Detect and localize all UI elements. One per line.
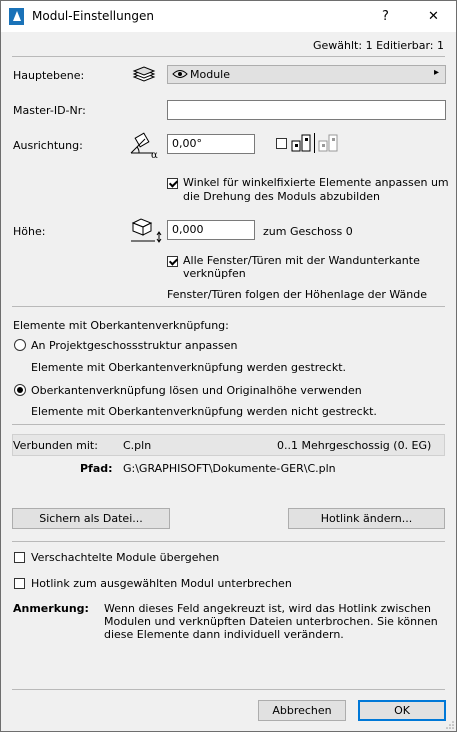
- divider: [314, 133, 315, 153]
- orientation-toggle-checkbox[interactable]: [276, 138, 287, 149]
- note-line2: Modulen und verknüpften Dateien unterbro…: [104, 615, 438, 628]
- note-label: Anmerkung:: [13, 602, 89, 615]
- attach-doors-label-line1: Alle Fenster/Türen mit der Wandunterkant…: [183, 254, 420, 267]
- archicad-app-icon: [9, 8, 24, 25]
- attach-doors-label-line2: verknüpfen: [183, 267, 246, 280]
- dialog-window: Modul-Einstellungen ? ✕ Gewählt: 1 Editi…: [0, 0, 457, 732]
- title-bar: Modul-Einstellungen ? ✕: [1, 1, 456, 32]
- path-label: Pfad:: [80, 462, 113, 475]
- orientation-fixed-icon[interactable]: [290, 133, 312, 153]
- resize-grip-icon[interactable]: [445, 720, 455, 730]
- connected-file: C.pln: [123, 439, 152, 452]
- oberkante-option1-radio[interactable]: [14, 339, 26, 351]
- adjust-angle-label-line1: Winkel für winkelfixierte Elemente anpas…: [183, 176, 449, 189]
- adjust-angle-checkbox[interactable]: [167, 178, 178, 189]
- ok-button[interactable]: OK: [358, 700, 446, 721]
- note-line3: diese Elemente dann individuell veränder…: [104, 628, 344, 641]
- hoehe-suffix: zum Geschoss 0: [263, 225, 353, 238]
- separator: [12, 689, 445, 690]
- note-line1: Wenn dieses Feld angekreuzt ist, wird da…: [104, 602, 431, 615]
- rotation-angle-icon: α: [129, 131, 163, 161]
- doors-note: Fenster/Türen folgen der Höhenlage der W…: [167, 288, 428, 301]
- svg-text:α: α: [151, 150, 158, 159]
- master-id-input[interactable]: [167, 100, 446, 120]
- oberkante-heading: Elemente mit Oberkantenverknüpfung:: [13, 319, 229, 332]
- hoehe-input[interactable]: 0,000: [167, 220, 255, 240]
- hauptebene-label: Hauptebene:: [13, 69, 85, 82]
- connected-label: Verbunden mit:: [13, 439, 98, 452]
- orientation-free-icon[interactable]: [317, 133, 339, 153]
- skip-nested-label[interactable]: Verschachtelte Module übergehen: [31, 551, 219, 564]
- layer-stack-icon: [131, 65, 157, 83]
- skip-nested-checkbox[interactable]: [14, 552, 25, 563]
- oberkante-option1-label[interactable]: An Projektgeschossstruktur anpassen: [31, 339, 238, 352]
- ausrichtung-label: Ausrichtung:: [13, 139, 83, 152]
- oberkante-option2-label[interactable]: Oberkantenverknüpfung lösen und Original…: [31, 384, 362, 397]
- hoehe-label: Höhe:: [13, 225, 46, 238]
- separator: [12, 424, 445, 425]
- separator: [12, 56, 445, 57]
- separator: [12, 541, 445, 542]
- break-hotlink-label[interactable]: Hotlink zum ausgewählten Modul unterbrec…: [31, 577, 292, 590]
- oberkante-option2-desc: Elemente mit Oberkantenverknüpfung werde…: [31, 405, 377, 418]
- eye-icon: [172, 68, 188, 80]
- hauptebene-dropdown[interactable]: Module ▸: [167, 65, 446, 84]
- ausrichtung-input[interactable]: 0,00°: [167, 134, 255, 154]
- oberkante-option2-radio[interactable]: [14, 384, 26, 396]
- path-value: G:\GRAPHISOFT\Dokumente-GER\C.pln: [123, 462, 336, 475]
- master-id-label: Master-ID-Nr:: [13, 104, 86, 117]
- adjust-angle-label-line2: die Drehung des Moduls abzubilden: [183, 190, 380, 203]
- hauptebene-value: Module: [190, 68, 230, 81]
- window-title: Modul-Einstellungen: [32, 9, 154, 23]
- save-as-file-button[interactable]: Sichern als Datei...: [12, 508, 170, 529]
- close-button[interactable]: ✕: [411, 1, 456, 32]
- oberkante-option1-desc: Elemente mit Oberkantenverknüpfung werde…: [31, 361, 347, 374]
- attach-doors-checkbox[interactable]: [167, 256, 178, 267]
- chevron-right-icon: ▸: [434, 67, 440, 78]
- cancel-button[interactable]: Abbrechen: [258, 700, 346, 721]
- connected-story: 0..1 Mehrgeschossig (0. EG): [277, 439, 432, 452]
- change-hotlink-button[interactable]: Hotlink ändern...: [288, 508, 445, 529]
- selection-info: Gewählt: 1 Editierbar: 1: [313, 39, 444, 52]
- separator: [12, 306, 445, 307]
- help-button[interactable]: ?: [363, 1, 408, 32]
- elevation-icon: [129, 215, 163, 245]
- break-hotlink-checkbox[interactable]: [14, 578, 25, 589]
